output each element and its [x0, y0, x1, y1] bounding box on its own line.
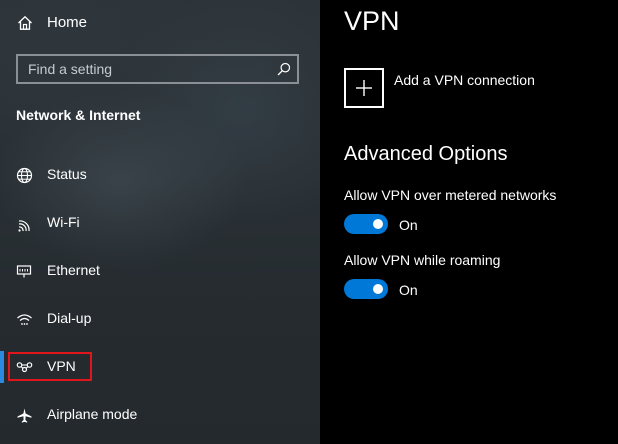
page-title: VPN — [344, 6, 400, 36]
metered-networks-label: Allow VPN over metered networks — [344, 187, 557, 203]
sidebar-item-label: Airplane mode — [47, 406, 138, 422]
ethernet-icon — [16, 265, 32, 278]
roaming-label: Allow VPN while roaming — [344, 252, 501, 268]
search-input[interactable] — [18, 56, 268, 82]
vpn-settings-panel: VPN Add a VPN connection Advanced Option… — [320, 0, 618, 444]
section-title: Network & Internet — [16, 107, 141, 123]
sidebar-item-label: Status — [47, 166, 87, 182]
nav-home[interactable]: Home — [0, 6, 320, 40]
sidebar-item-status[interactable]: Status — [0, 155, 320, 195]
nav-home-label: Home — [47, 14, 88, 31]
vpn-highlight-box — [8, 352, 92, 381]
airplane-icon — [17, 408, 32, 423]
sidebar-item-airplane-mode[interactable]: Airplane mode — [0, 395, 320, 435]
globe-icon — [16, 167, 33, 184]
dial-up-icon — [17, 314, 32, 325]
sidebar-item-label: Dial-up — [47, 310, 92, 326]
metered-networks-state: On — [399, 217, 418, 233]
add-vpn-tile[interactable] — [344, 68, 384, 108]
settings-sidebar: Home Network & Internet Status Wi-Fi — [0, 0, 320, 444]
toggle-knob — [373, 284, 383, 294]
roaming-toggle[interactable] — [344, 279, 388, 299]
sidebar-item-wifi[interactable]: Wi-Fi — [0, 203, 320, 243]
sidebar-item-dial-up[interactable]: Dial-up — [0, 299, 320, 339]
sidebar-item-label: Wi-Fi — [47, 214, 80, 230]
search-box[interactable] — [16, 54, 299, 84]
sidebar-item-label: Ethernet — [47, 262, 100, 278]
add-vpn-label[interactable]: Add a VPN connection — [394, 72, 535, 88]
search-icon[interactable] — [277, 62, 291, 76]
home-icon — [18, 15, 32, 30]
metered-networks-toggle[interactable] — [344, 214, 388, 234]
toggle-knob — [373, 219, 383, 229]
sidebar-item-ethernet[interactable]: Ethernet — [0, 251, 320, 291]
plus-icon — [356, 80, 372, 96]
advanced-options-heading: Advanced Options — [344, 143, 508, 165]
roaming-state: On — [399, 282, 418, 298]
wifi-icon — [18, 220, 30, 232]
